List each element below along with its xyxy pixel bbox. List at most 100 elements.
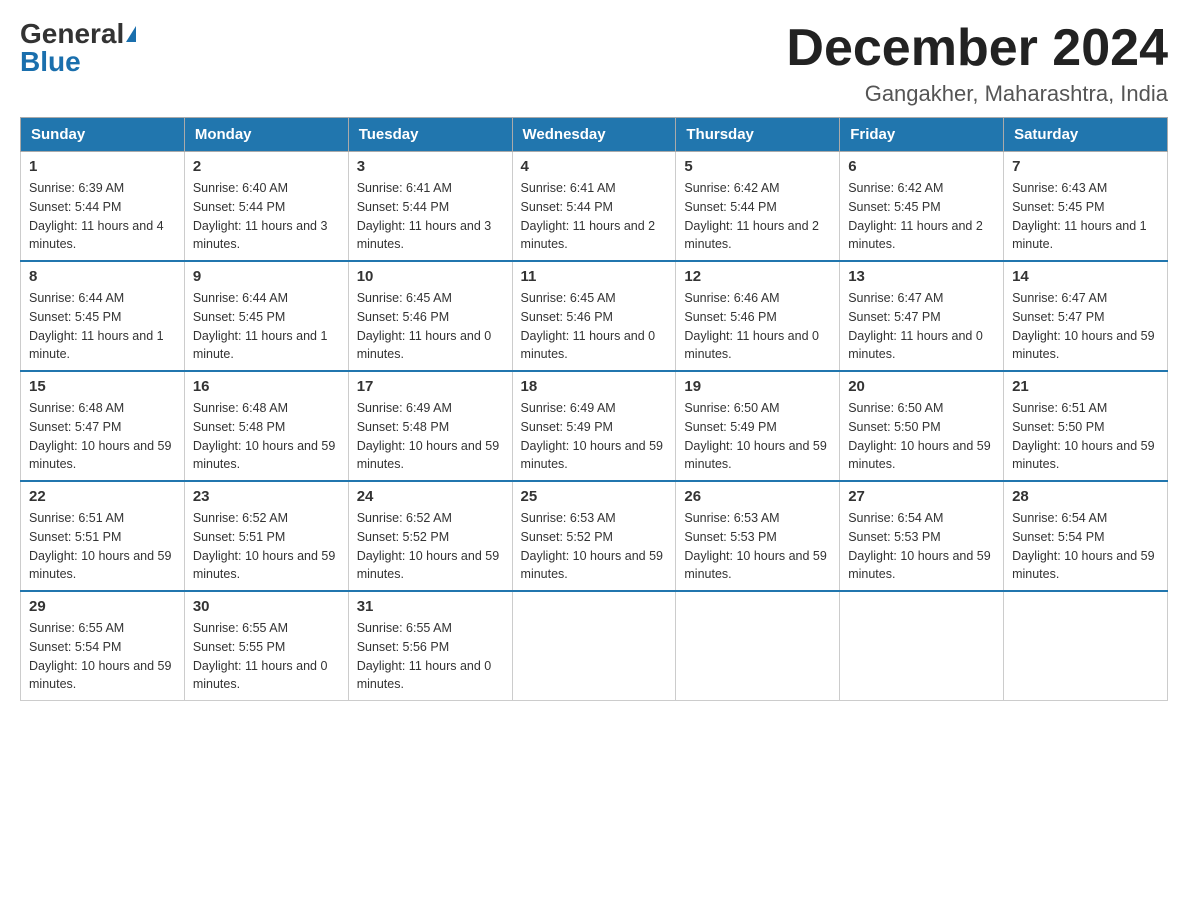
day-info: Sunrise: 6:52 AMSunset: 5:51 PMDaylight:… xyxy=(193,511,335,581)
day-number: 11 xyxy=(521,268,668,285)
day-info: Sunrise: 6:53 AMSunset: 5:52 PMDaylight:… xyxy=(521,511,663,581)
day-info: Sunrise: 6:50 AMSunset: 5:50 PMDaylight:… xyxy=(848,401,990,471)
col-tuesday: Tuesday xyxy=(348,118,512,152)
logo-blue-text: Blue xyxy=(20,48,81,76)
day-info: Sunrise: 6:41 AMSunset: 5:44 PMDaylight:… xyxy=(521,181,656,251)
day-info: Sunrise: 6:48 AMSunset: 5:48 PMDaylight:… xyxy=(193,401,335,471)
table-row: 25 Sunrise: 6:53 AMSunset: 5:52 PMDaylig… xyxy=(512,481,676,591)
col-friday: Friday xyxy=(840,118,1004,152)
table-row: 8 Sunrise: 6:44 AMSunset: 5:45 PMDayligh… xyxy=(21,261,185,371)
day-info: Sunrise: 6:42 AMSunset: 5:45 PMDaylight:… xyxy=(848,181,983,251)
col-monday: Monday xyxy=(184,118,348,152)
month-year-title: December 2024 xyxy=(786,20,1168,77)
table-row: 17 Sunrise: 6:49 AMSunset: 5:48 PMDaylig… xyxy=(348,371,512,481)
day-info: Sunrise: 6:47 AMSunset: 5:47 PMDaylight:… xyxy=(1012,291,1154,361)
day-number: 23 xyxy=(193,488,340,505)
table-row: 4 Sunrise: 6:41 AMSunset: 5:44 PMDayligh… xyxy=(512,152,676,262)
table-row: 2 Sunrise: 6:40 AMSunset: 5:44 PMDayligh… xyxy=(184,152,348,262)
day-info: Sunrise: 6:53 AMSunset: 5:53 PMDaylight:… xyxy=(684,511,826,581)
table-row: 15 Sunrise: 6:48 AMSunset: 5:47 PMDaylig… xyxy=(21,371,185,481)
table-row: 29 Sunrise: 6:55 AMSunset: 5:54 PMDaylig… xyxy=(21,591,185,701)
table-row: 6 Sunrise: 6:42 AMSunset: 5:45 PMDayligh… xyxy=(840,152,1004,262)
table-row xyxy=(1004,591,1168,701)
col-sunday: Sunday xyxy=(21,118,185,152)
day-number: 3 xyxy=(357,158,504,175)
table-row: 3 Sunrise: 6:41 AMSunset: 5:44 PMDayligh… xyxy=(348,152,512,262)
table-row: 27 Sunrise: 6:54 AMSunset: 5:53 PMDaylig… xyxy=(840,481,1004,591)
day-info: Sunrise: 6:41 AMSunset: 5:44 PMDaylight:… xyxy=(357,181,492,251)
day-number: 30 xyxy=(193,598,340,615)
logo-triangle-icon xyxy=(126,26,136,42)
location-subtitle: Gangakher, Maharashtra, India xyxy=(786,81,1168,107)
table-row xyxy=(676,591,840,701)
day-number: 26 xyxy=(684,488,831,505)
table-row xyxy=(512,591,676,701)
day-number: 15 xyxy=(29,378,176,395)
table-row: 22 Sunrise: 6:51 AMSunset: 5:51 PMDaylig… xyxy=(21,481,185,591)
day-number: 2 xyxy=(193,158,340,175)
day-info: Sunrise: 6:51 AMSunset: 5:51 PMDaylight:… xyxy=(29,511,171,581)
day-info: Sunrise: 6:49 AMSunset: 5:49 PMDaylight:… xyxy=(521,401,663,471)
table-row: 30 Sunrise: 6:55 AMSunset: 5:55 PMDaylig… xyxy=(184,591,348,701)
day-info: Sunrise: 6:54 AMSunset: 5:54 PMDaylight:… xyxy=(1012,511,1154,581)
day-info: Sunrise: 6:55 AMSunset: 5:54 PMDaylight:… xyxy=(29,621,171,691)
table-row: 20 Sunrise: 6:50 AMSunset: 5:50 PMDaylig… xyxy=(840,371,1004,481)
table-row: 13 Sunrise: 6:47 AMSunset: 5:47 PMDaylig… xyxy=(840,261,1004,371)
table-row: 14 Sunrise: 6:47 AMSunset: 5:47 PMDaylig… xyxy=(1004,261,1168,371)
day-info: Sunrise: 6:55 AMSunset: 5:55 PMDaylight:… xyxy=(193,621,328,691)
table-row: 26 Sunrise: 6:53 AMSunset: 5:53 PMDaylig… xyxy=(676,481,840,591)
day-info: Sunrise: 6:48 AMSunset: 5:47 PMDaylight:… xyxy=(29,401,171,471)
day-info: Sunrise: 6:46 AMSunset: 5:46 PMDaylight:… xyxy=(684,291,819,361)
day-info: Sunrise: 6:45 AMSunset: 5:46 PMDaylight:… xyxy=(357,291,492,361)
day-info: Sunrise: 6:43 AMSunset: 5:45 PMDaylight:… xyxy=(1012,181,1147,251)
table-row: 9 Sunrise: 6:44 AMSunset: 5:45 PMDayligh… xyxy=(184,261,348,371)
day-number: 29 xyxy=(29,598,176,615)
day-number: 27 xyxy=(848,488,995,505)
table-row: 16 Sunrise: 6:48 AMSunset: 5:48 PMDaylig… xyxy=(184,371,348,481)
table-row: 31 Sunrise: 6:55 AMSunset: 5:56 PMDaylig… xyxy=(348,591,512,701)
day-info: Sunrise: 6:40 AMSunset: 5:44 PMDaylight:… xyxy=(193,181,328,251)
table-row: 11 Sunrise: 6:45 AMSunset: 5:46 PMDaylig… xyxy=(512,261,676,371)
day-info: Sunrise: 6:49 AMSunset: 5:48 PMDaylight:… xyxy=(357,401,499,471)
day-info: Sunrise: 6:44 AMSunset: 5:45 PMDaylight:… xyxy=(29,291,164,361)
col-thursday: Thursday xyxy=(676,118,840,152)
day-info: Sunrise: 6:55 AMSunset: 5:56 PMDaylight:… xyxy=(357,621,492,691)
table-row: 18 Sunrise: 6:49 AMSunset: 5:49 PMDaylig… xyxy=(512,371,676,481)
page-header: General Blue December 2024 Gangakher, Ma… xyxy=(20,20,1168,107)
day-number: 25 xyxy=(521,488,668,505)
calendar-table: Sunday Monday Tuesday Wednesday Thursday… xyxy=(20,117,1168,701)
day-number: 7 xyxy=(1012,158,1159,175)
day-number: 22 xyxy=(29,488,176,505)
table-row: 23 Sunrise: 6:52 AMSunset: 5:51 PMDaylig… xyxy=(184,481,348,591)
day-info: Sunrise: 6:47 AMSunset: 5:47 PMDaylight:… xyxy=(848,291,983,361)
day-number: 10 xyxy=(357,268,504,285)
table-row xyxy=(840,591,1004,701)
day-number: 16 xyxy=(193,378,340,395)
day-number: 1 xyxy=(29,158,176,175)
day-info: Sunrise: 6:45 AMSunset: 5:46 PMDaylight:… xyxy=(521,291,656,361)
day-number: 5 xyxy=(684,158,831,175)
day-number: 31 xyxy=(357,598,504,615)
day-info: Sunrise: 6:54 AMSunset: 5:53 PMDaylight:… xyxy=(848,511,990,581)
table-row: 28 Sunrise: 6:54 AMSunset: 5:54 PMDaylig… xyxy=(1004,481,1168,591)
calendar-header-row: Sunday Monday Tuesday Wednesday Thursday… xyxy=(21,118,1168,152)
col-saturday: Saturday xyxy=(1004,118,1168,152)
table-row: 12 Sunrise: 6:46 AMSunset: 5:46 PMDaylig… xyxy=(676,261,840,371)
day-number: 8 xyxy=(29,268,176,285)
day-number: 13 xyxy=(848,268,995,285)
col-wednesday: Wednesday xyxy=(512,118,676,152)
day-info: Sunrise: 6:42 AMSunset: 5:44 PMDaylight:… xyxy=(684,181,819,251)
day-number: 21 xyxy=(1012,378,1159,395)
day-info: Sunrise: 6:39 AMSunset: 5:44 PMDaylight:… xyxy=(29,181,164,251)
day-number: 17 xyxy=(357,378,504,395)
day-number: 18 xyxy=(521,378,668,395)
day-number: 28 xyxy=(1012,488,1159,505)
logo-general-text: General xyxy=(20,20,124,48)
table-row: 5 Sunrise: 6:42 AMSunset: 5:44 PMDayligh… xyxy=(676,152,840,262)
day-number: 12 xyxy=(684,268,831,285)
table-row: 1 Sunrise: 6:39 AMSunset: 5:44 PMDayligh… xyxy=(21,152,185,262)
day-number: 14 xyxy=(1012,268,1159,285)
day-number: 4 xyxy=(521,158,668,175)
day-info: Sunrise: 6:44 AMSunset: 5:45 PMDaylight:… xyxy=(193,291,328,361)
day-number: 24 xyxy=(357,488,504,505)
